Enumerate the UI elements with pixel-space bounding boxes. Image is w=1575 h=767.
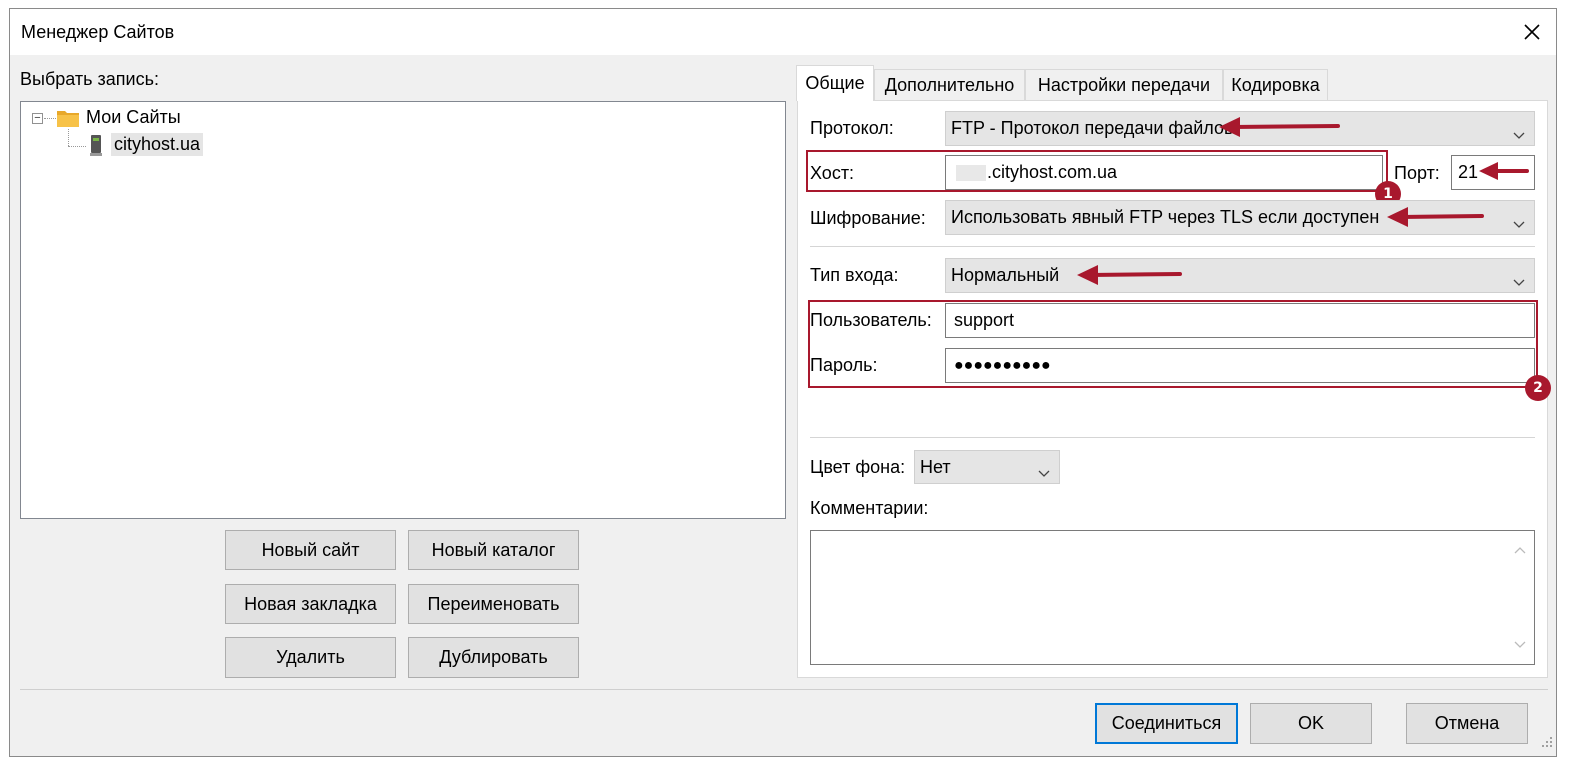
arrow-icon — [1077, 265, 1182, 285]
arrow-icon — [1387, 207, 1484, 227]
annotation-arrows — [1077, 117, 1529, 285]
arrow-icon — [1479, 162, 1529, 180]
arrow-icon — [1219, 117, 1340, 137]
